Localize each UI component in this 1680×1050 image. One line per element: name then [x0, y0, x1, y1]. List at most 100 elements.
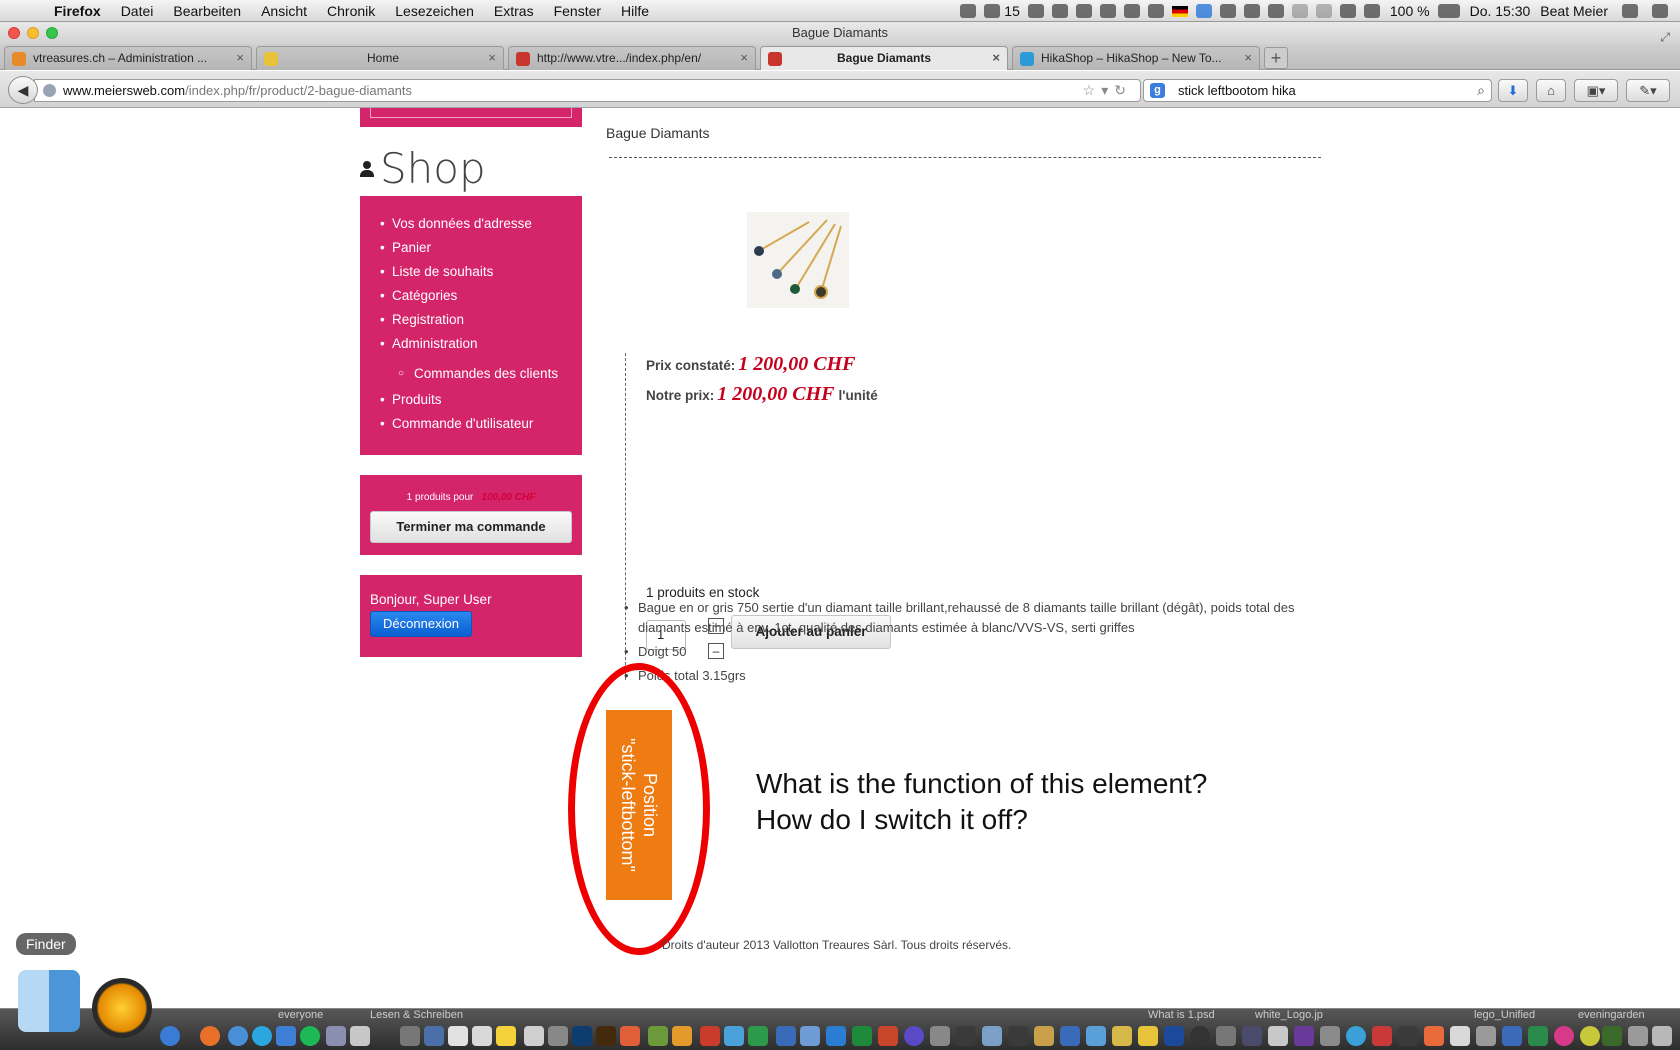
app-icon[interactable] — [1268, 1026, 1288, 1046]
menu-item-address[interactable]: Vos données d'adresse — [380, 212, 582, 236]
checkout-button[interactable]: Terminer ma commande — [370, 511, 572, 543]
tab-close-icon[interactable]: × — [236, 47, 244, 69]
german-flag-icon[interactable] — [1171, 5, 1188, 17]
tab-hikashop[interactable]: HikaShop – HikaShop – New To... × — [1012, 46, 1260, 70]
search-bar[interactable]: g stick leftbootom hika ⌕ — [1143, 79, 1492, 102]
app-store-icon[interactable] — [160, 1026, 180, 1046]
menu-hilfe[interactable]: Hilfe — [621, 3, 649, 19]
menubar-clock-icon[interactable] — [1123, 4, 1140, 18]
menu-item-client-orders[interactable]: Commandes des clients — [380, 362, 582, 386]
app-icon[interactable] — [1164, 1026, 1184, 1046]
menu-lesezeichen[interactable]: Lesezeichen — [395, 3, 474, 19]
app-icon[interactable] — [1346, 1026, 1366, 1046]
product-image[interactable] — [747, 212, 849, 308]
url-history-icon[interactable]: ▾ — [1101, 82, 1114, 98]
menubar-cloud-icon[interactable] — [1027, 4, 1044, 18]
menu-item-user-order[interactable]: Commande d'utilisateur — [380, 412, 582, 436]
volume-icon[interactable] — [1339, 4, 1356, 18]
app-icon[interactable] — [1190, 1026, 1210, 1046]
textedit-icon[interactable] — [524, 1026, 544, 1046]
wifi-icon[interactable] — [1363, 4, 1380, 18]
search-input[interactable]: stick leftbootom hika — [1178, 83, 1296, 98]
reload-icon[interactable]: ↻ — [1114, 82, 1132, 98]
app-icon[interactable] — [1060, 1026, 1080, 1046]
menubar-check-icon[interactable] — [960, 4, 977, 18]
url-bar[interactable]: www.meiersweb.com/index.php/fr/product/2… — [34, 79, 1141, 102]
menu-item-wishlist[interactable]: Liste de souhaits — [380, 260, 582, 284]
bookmarks-button[interactable]: ▣▾ — [1574, 79, 1618, 102]
mail-icon[interactable] — [276, 1026, 296, 1046]
powerpoint-icon[interactable] — [878, 1026, 898, 1046]
menubar-user[interactable]: Beat Meier — [1540, 3, 1608, 19]
minimize-window-icon[interactable] — [27, 27, 39, 39]
app-icon[interactable] — [1528, 1026, 1548, 1046]
dashboard-icon[interactable] — [424, 1026, 444, 1046]
system-preferences-icon[interactable] — [548, 1026, 568, 1046]
menu-item-products[interactable]: Produits — [380, 388, 582, 412]
excel-icon[interactable] — [852, 1026, 872, 1046]
app-icon[interactable] — [956, 1026, 976, 1046]
word-icon[interactable] — [826, 1026, 846, 1046]
app-icon[interactable] — [1554, 1026, 1574, 1046]
dropbox-icon[interactable] — [1051, 4, 1068, 18]
safari-icon[interactable] — [228, 1026, 248, 1046]
app-icon[interactable] — [620, 1026, 640, 1046]
home-button[interactable]: ⌂ — [1536, 79, 1566, 102]
app-icon[interactable] — [1138, 1026, 1158, 1046]
app-icon[interactable] — [776, 1026, 796, 1046]
photoshop-icon[interactable] — [572, 1026, 592, 1046]
close-window-icon[interactable] — [8, 27, 20, 39]
stickies-icon[interactable] — [496, 1026, 516, 1046]
burn-app-icon[interactable] — [92, 978, 152, 1038]
app-icon[interactable] — [1320, 1026, 1340, 1046]
menu-item-categories[interactable]: Catégories — [380, 284, 582, 308]
app-icon[interactable] — [1372, 1026, 1392, 1046]
menu-ansicht[interactable]: Ansicht — [261, 3, 307, 19]
battery-icon[interactable] — [1437, 4, 1460, 18]
google-icon[interactable]: g — [1150, 83, 1165, 98]
app-icon[interactable] — [1450, 1026, 1470, 1046]
menu-app-firefox[interactable]: Firefox — [54, 3, 101, 19]
app-icon[interactable] — [1398, 1026, 1418, 1046]
tab-close-icon[interactable]: × — [488, 47, 496, 69]
menu-extras[interactable]: Extras — [494, 3, 534, 19]
app-icon[interactable] — [672, 1026, 692, 1046]
logout-button[interactable]: Déconnexion — [370, 611, 472, 637]
menubar-font-icon[interactable] — [984, 4, 1001, 18]
spotlight-search-icon[interactable] — [1622, 4, 1638, 18]
app-icon[interactable] — [1008, 1026, 1028, 1046]
back-button[interactable]: ◀ — [8, 76, 38, 104]
menubar-broom-icon[interactable] — [1147, 4, 1164, 18]
tab-bague-diamants[interactable]: Bague Diamants × — [760, 46, 1008, 70]
app-icon[interactable] — [904, 1026, 924, 1046]
tab-vtreasures-en[interactable]: http://www.vtre.../index.php/en/ × — [508, 46, 756, 70]
contacts-icon[interactable] — [326, 1026, 346, 1046]
notes-icon[interactable] — [472, 1026, 492, 1046]
app-icon[interactable] — [1502, 1026, 1522, 1046]
tab-close-icon[interactable]: × — [1244, 47, 1252, 69]
menu-item-cart[interactable]: Panier — [380, 236, 582, 260]
menu-item-registration[interactable]: Registration — [380, 308, 582, 332]
tab-close-icon[interactable]: × — [740, 47, 748, 69]
app-icon[interactable] — [1086, 1026, 1106, 1046]
app-icon[interactable] — [800, 1026, 820, 1046]
dreamweaver-icon[interactable] — [1602, 1026, 1622, 1046]
app-icon[interactable] — [1242, 1026, 1262, 1046]
spotify-icon[interactable] — [300, 1026, 320, 1046]
skype-icon[interactable] — [252, 1026, 272, 1046]
app-icon[interactable] — [1476, 1026, 1496, 1046]
app-icon[interactable] — [930, 1026, 950, 1046]
keyboard-icon[interactable] — [1267, 4, 1284, 18]
dictionary-icon[interactable] — [1195, 4, 1212, 18]
illustrator-icon[interactable] — [596, 1026, 616, 1046]
finder-icon[interactable] — [18, 970, 80, 1032]
menu-item-administration[interactable]: Administration — [380, 332, 582, 356]
app-icon[interactable] — [1112, 1026, 1132, 1046]
tab-close-icon[interactable]: × — [992, 47, 1000, 69]
app-icon[interactable] — [1294, 1026, 1314, 1046]
menubar-antenna-icon[interactable] — [1075, 4, 1092, 18]
menu-bearbeiten[interactable]: Bearbeiten — [173, 3, 241, 19]
downloads-button[interactable]: ⬇ — [1498, 79, 1528, 102]
menu-chronik[interactable]: Chronik — [327, 3, 375, 19]
tab-home[interactable]: Home × — [256, 46, 504, 70]
